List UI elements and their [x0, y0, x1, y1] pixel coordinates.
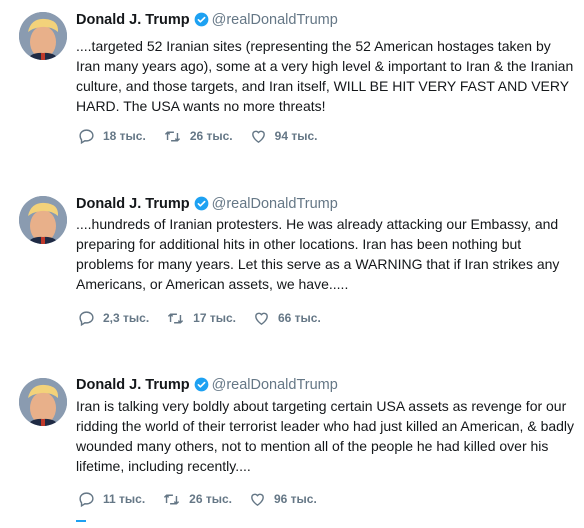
reply-count: 2,3 тыс.: [103, 311, 150, 325]
author-handle[interactable]: @realDonaldTrump: [212, 377, 338, 393]
avatar-image: [19, 12, 67, 60]
focus-indicator: [76, 520, 86, 522]
reply-button[interactable]: 11 тыс.: [78, 491, 145, 508]
tweet-text: ....targeted 52 Iranian sites (represent…: [76, 38, 574, 114]
author-name[interactable]: Donald J. Trump: [76, 377, 190, 393]
author-handle[interactable]: @realDonaldTrump: [212, 12, 338, 28]
retweet-button[interactable]: 26 тыс.: [163, 128, 233, 145]
like-button[interactable]: 94 тыс.: [250, 128, 318, 145]
retweet-button[interactable]: 26 тыс.: [162, 491, 232, 508]
like-button[interactable]: 96 тыс.: [249, 491, 317, 508]
reply-icon: [78, 128, 95, 145]
retweet-count: 26 тыс.: [189, 129, 233, 143]
retweet-icon: [166, 310, 185, 327]
verified-badge-icon: [194, 377, 209, 397]
tweet-actions: 2,3 тыс. 17 тыс. 66 тыс.: [78, 308, 338, 328]
retweet-icon: [163, 128, 182, 145]
tweet-actions: 11 тыс. 26 тыс. 96 тыс.: [78, 489, 334, 509]
reply-button[interactable]: 18 тыс.: [78, 128, 146, 145]
avatar[interactable]: [19, 196, 67, 244]
verified-badge-icon: [194, 196, 209, 216]
like-count: 96 тыс.: [273, 492, 317, 506]
reply-icon: [78, 310, 95, 327]
heart-icon: [250, 128, 267, 145]
like-count: 66 тыс.: [277, 311, 321, 325]
avatar-image: [19, 378, 67, 426]
verified-badge-icon: [194, 12, 209, 32]
like-button[interactable]: 66 тыс.: [253, 310, 321, 327]
avatar[interactable]: [19, 378, 67, 426]
heart-icon: [249, 491, 266, 508]
retweet-button[interactable]: 17 тыс.: [166, 310, 236, 327]
reply-count: 18 тыс.: [103, 129, 146, 143]
avatar-image: [19, 196, 67, 244]
author-name[interactable]: Donald J. Trump: [76, 196, 190, 212]
retweet-icon: [162, 491, 181, 508]
avatar[interactable]: [19, 12, 67, 60]
reply-count: 11 тыс.: [103, 492, 146, 506]
retweet-count: 17 тыс.: [193, 311, 236, 325]
author-handle[interactable]: @realDonaldTrump: [212, 196, 338, 212]
reply-icon: [78, 491, 95, 508]
heart-icon: [253, 310, 270, 327]
retweet-count: 26 тыс.: [189, 492, 232, 506]
tweet-text: ....hundreds of Iranian protesters. He w…: [76, 216, 560, 292]
author-name[interactable]: Donald J. Trump: [76, 12, 190, 28]
reply-button[interactable]: 2,3 тыс.: [78, 310, 149, 327]
like-count: 94 тыс.: [274, 129, 318, 143]
tweet-text: Iran is talking very boldly about target…: [76, 398, 575, 474]
tweet-actions: 18 тыс. 26 тыс. 94 тыс.: [78, 126, 334, 146]
